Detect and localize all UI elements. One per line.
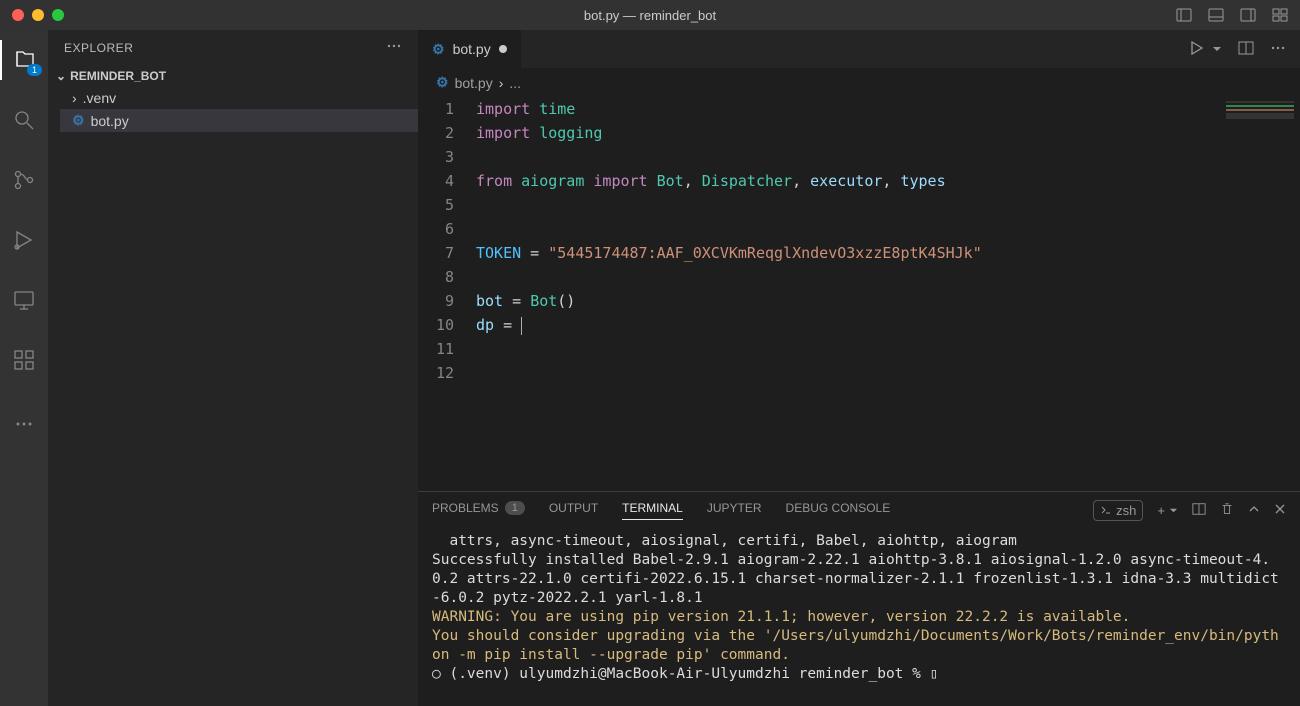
- line-number: 6: [418, 217, 454, 241]
- tab-terminal[interactable]: TERMINAL: [622, 501, 683, 520]
- code-line[interactable]: TOKEN = "5445174487:AAF_0XCVKmReqglXndev…: [476, 241, 1300, 265]
- code-line[interactable]: [476, 337, 1300, 361]
- titlebar: bot.py — reminder_bot: [0, 0, 1300, 30]
- window-title: bot.py — reminder_bot: [584, 8, 716, 23]
- terminal-output[interactable]: attrs, async-timeout, aiosignal, certifi…: [418, 528, 1300, 706]
- chevron-right-icon: ›: [72, 90, 77, 106]
- text-cursor: [521, 317, 522, 335]
- activity-bar: 1: [0, 30, 48, 706]
- minimap[interactable]: [1220, 97, 1300, 491]
- run-button[interactable]: [1188, 39, 1206, 60]
- terminal-line: ○ (.venv) ulyumdzhi@MacBook-Air-Ulyumdzh…: [432, 665, 1286, 684]
- explorer-more-icon[interactable]: [386, 38, 402, 57]
- tab-botpy[interactable]: ⚙ bot.py: [418, 30, 522, 68]
- shell-selector[interactable]: zsh: [1093, 500, 1143, 521]
- line-gutter: 123456789101112: [418, 97, 476, 491]
- extensions-activity[interactable]: [0, 340, 48, 380]
- remote-activity[interactable]: [0, 280, 48, 320]
- line-number: 12: [418, 361, 454, 385]
- explorer-activity[interactable]: 1: [0, 40, 48, 80]
- editor-more-icon[interactable]: [1270, 40, 1286, 59]
- code-line[interactable]: import logging: [476, 121, 1300, 145]
- modified-indicator-icon: [499, 45, 507, 53]
- layout-sidebar-left-icon[interactable]: [1176, 7, 1192, 23]
- window-controls: [12, 9, 64, 21]
- terminal-line: attrs, async-timeout, aiosignal, certifi…: [432, 532, 1286, 551]
- tree-file-botpy[interactable]: ⚙ bot.py: [60, 109, 418, 132]
- split-editor-icon[interactable]: [1238, 40, 1254, 59]
- tab-jupyter[interactable]: JUPYTER: [707, 501, 762, 519]
- python-file-icon: ⚙: [432, 41, 445, 58]
- line-number: 3: [418, 145, 454, 169]
- split-terminal-icon[interactable]: [1192, 502, 1206, 519]
- breadcrumb-trail: ...: [509, 75, 521, 91]
- layout-panel-bottom-icon[interactable]: [1208, 7, 1224, 23]
- chevron-right-icon: ›: [499, 75, 504, 91]
- editor-tabs: ⚙ bot.py: [418, 30, 1300, 68]
- breadcrumb-file: bot.py: [455, 75, 493, 91]
- folder-root[interactable]: ⌄ REMINDER_BOT: [48, 65, 418, 87]
- code-line[interactable]: import time: [476, 97, 1300, 121]
- more-activity[interactable]: [0, 404, 48, 444]
- line-number: 7: [418, 241, 454, 265]
- code-line[interactable]: from aiogram import Bot, Dispatcher, exe…: [476, 169, 1300, 193]
- code-editor[interactable]: 123456789101112 import timeimport loggin…: [418, 97, 1300, 491]
- explorer-sidebar: EXPLORER ⌄ REMINDER_BOT › .venv ⚙ bot.py: [48, 30, 418, 706]
- chevron-down-icon: ⌄: [56, 69, 66, 83]
- run-dropdown-icon[interactable]: [1212, 42, 1222, 57]
- problems-count-badge: 1: [505, 501, 525, 515]
- code-line[interactable]: [476, 361, 1300, 385]
- terminal-line: You should consider upgrading via the '/…: [432, 627, 1286, 665]
- folder-root-label: REMINDER_BOT: [70, 69, 166, 83]
- explorer-badge: 1: [27, 64, 42, 76]
- terminal-line: Successfully installed Babel-2.9.1 aiogr…: [432, 551, 1286, 608]
- python-file-icon: ⚙: [436, 74, 449, 91]
- terminal-panel: PROBLEMS 1 OUTPUT TERMINAL JUPYTER DEBUG…: [418, 491, 1300, 706]
- terminal-dropdown-icon[interactable]: [1169, 503, 1178, 518]
- editor-area: ⚙ bot.py ⚙ bot.py: [418, 30, 1300, 706]
- new-terminal-icon[interactable]: +: [1157, 503, 1165, 518]
- tab-problems[interactable]: PROBLEMS 1: [432, 501, 525, 519]
- explorer-title: EXPLORER: [64, 41, 133, 55]
- line-number: 10: [418, 313, 454, 337]
- code-line[interactable]: [476, 217, 1300, 241]
- line-number: 2: [418, 121, 454, 145]
- customize-layout-icon[interactable]: [1272, 7, 1288, 23]
- python-file-icon: ⚙: [72, 112, 85, 129]
- run-debug-activity[interactable]: [0, 220, 48, 260]
- layout-sidebar-right-icon[interactable]: [1240, 7, 1256, 23]
- line-number: 1: [418, 97, 454, 121]
- kill-terminal-icon[interactable]: [1220, 502, 1234, 519]
- maximize-window-button[interactable]: [52, 9, 64, 21]
- minimize-window-button[interactable]: [32, 9, 44, 21]
- tree-item-label: .venv: [83, 90, 116, 106]
- line-number: 5: [418, 193, 454, 217]
- terminal-line: WARNING: You are using pip version 21.1.…: [432, 608, 1286, 627]
- tree-item-label: bot.py: [91, 113, 129, 129]
- close-window-button[interactable]: [12, 9, 24, 21]
- close-panel-icon[interactable]: [1274, 503, 1286, 518]
- maximize-panel-icon[interactable]: [1248, 503, 1260, 518]
- code-line[interactable]: dp =: [476, 313, 1300, 337]
- code-line[interactable]: bot = Bot(): [476, 289, 1300, 313]
- line-number: 4: [418, 169, 454, 193]
- breadcrumb[interactable]: ⚙ bot.py › ...: [418, 68, 1300, 97]
- source-control-activity[interactable]: [0, 160, 48, 200]
- line-number: 9: [418, 289, 454, 313]
- code-line[interactable]: [476, 145, 1300, 169]
- search-activity[interactable]: [0, 100, 48, 140]
- line-number: 8: [418, 265, 454, 289]
- tab-label: bot.py: [453, 41, 491, 57]
- line-number: 11: [418, 337, 454, 361]
- tab-debug-console[interactable]: DEBUG CONSOLE: [786, 501, 891, 519]
- tab-output[interactable]: OUTPUT: [549, 501, 598, 519]
- code-line[interactable]: [476, 265, 1300, 289]
- code-line[interactable]: [476, 193, 1300, 217]
- tree-folder-venv[interactable]: › .venv: [60, 87, 418, 109]
